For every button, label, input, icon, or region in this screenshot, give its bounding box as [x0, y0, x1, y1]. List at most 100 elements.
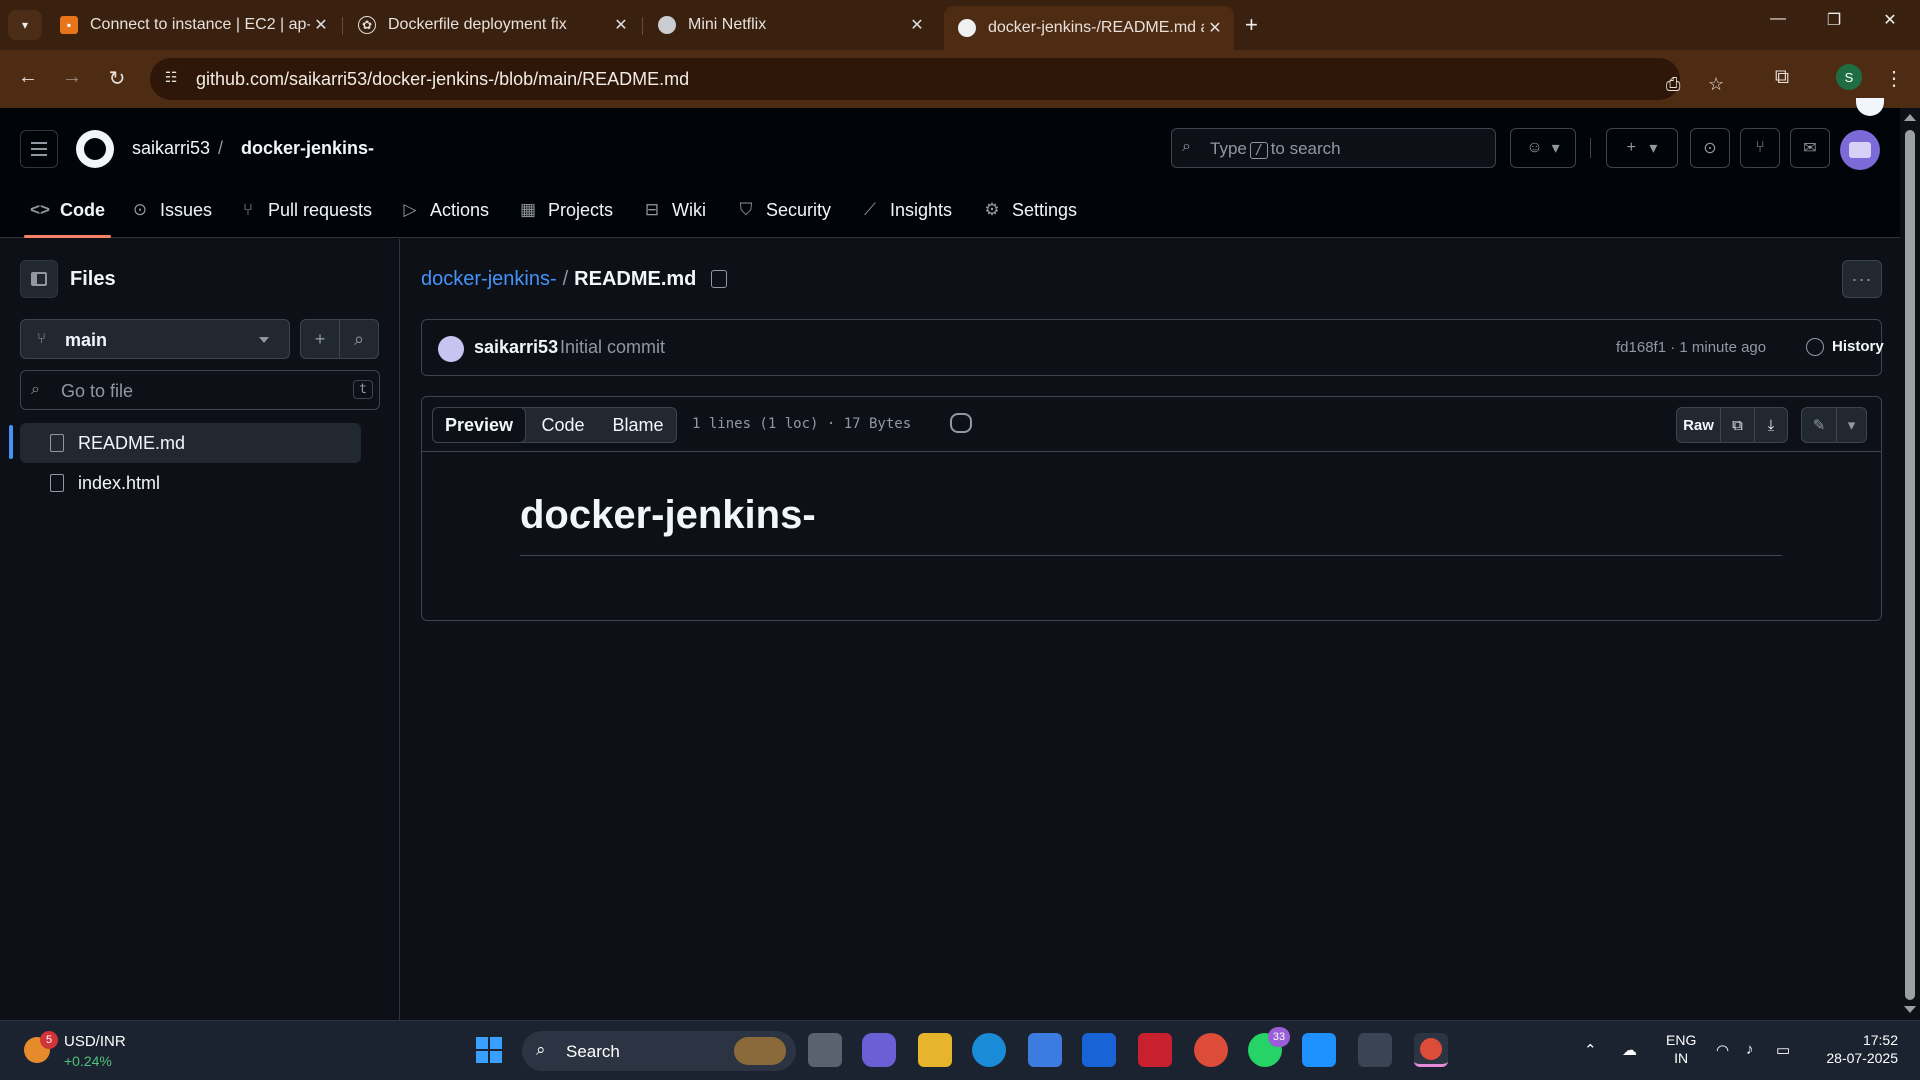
- close-tab-icon[interactable]: ✕: [610, 15, 632, 35]
- browser-tab-github-active[interactable]: docker-jenkins-/README.md at ✕: [944, 6, 1234, 50]
- volume-icon[interactable]: ♪: [1746, 1041, 1754, 1058]
- wifi-icon[interactable]: ◠: [1716, 1041, 1729, 1059]
- issues-header-button[interactable]: ⊙: [1690, 128, 1730, 168]
- new-tab-plus-icon[interactable]: +: [1245, 12, 1258, 38]
- tab-issues[interactable]: ⊙ Issues: [130, 182, 212, 238]
- search-files-button[interactable]: ⌕: [339, 319, 379, 359]
- scroll-down-arrow-icon[interactable]: [1904, 1006, 1916, 1013]
- tab-actions[interactable]: ▷ Actions: [400, 182, 489, 238]
- copy-path-icon[interactable]: [711, 270, 727, 288]
- close-tab-icon[interactable]: ✕: [1204, 18, 1226, 38]
- scroll-thumb[interactable]: [1905, 130, 1915, 1000]
- close-tab-icon[interactable]: ✕: [906, 15, 928, 35]
- global-search-input[interactable]: ⌕ Type / to search: [1171, 128, 1496, 168]
- go-to-file-input[interactable]: ⌕ Go to file t: [20, 370, 380, 410]
- tab-insights[interactable]: ⟋ Insights: [860, 182, 952, 238]
- show-hidden-icons[interactable]: ⌃: [1584, 1041, 1597, 1059]
- commit-meta[interactable]: fd168f1 · 1 minute ago: [1616, 339, 1766, 356]
- butterfly-app-icon[interactable]: [1302, 1033, 1336, 1067]
- copy-raw-icon[interactable]: ⧉: [1721, 408, 1755, 442]
- pull-requests-header-button[interactable]: ⑂: [1740, 128, 1780, 168]
- taskbar-search[interactable]: ⌕ Search: [522, 1031, 796, 1071]
- back-icon[interactable]: ←: [14, 66, 42, 89]
- close-window-icon[interactable]: ✕: [1870, 10, 1910, 30]
- path-repo-link[interactable]: docker-jenkins-: [421, 268, 557, 290]
- minimize-icon[interactable]: —: [1758, 10, 1798, 28]
- history-button[interactable]: History: [1832, 338, 1884, 355]
- tab-separator: [642, 17, 643, 35]
- address-bar[interactable]: ☷ github.com/saikarri53/docker-jenkins-/…: [150, 58, 1724, 100]
- copilot-app-icon[interactable]: [862, 1033, 896, 1067]
- url-text[interactable]: github.com/saikarri53/docker-jenkins-/bl…: [196, 69, 689, 90]
- copilot-icon[interactable]: [950, 413, 972, 433]
- chrome-icon[interactable]: [1194, 1033, 1228, 1067]
- bookmark-star-icon[interactable]: ☆: [1708, 74, 1724, 95]
- tab-pull-requests[interactable]: ⑂ Pull requests: [238, 182, 372, 238]
- tab-security[interactable]: ⛉ Security: [736, 182, 831, 238]
- microsoft-store-icon[interactable]: [1028, 1033, 1062, 1067]
- breadcrumb-owner[interactable]: saikarri53: [132, 138, 210, 159]
- shield-icon: ⛉: [739, 200, 753, 219]
- system-clock[interactable]: 17:52 28-07-2025: [1818, 1031, 1898, 1067]
- download-icon[interactable]: ⤓: [1755, 408, 1787, 442]
- windows-start-icon[interactable]: [472, 1033, 506, 1067]
- forward-icon[interactable]: →: [58, 66, 86, 89]
- inbox-button[interactable]: ✉: [1790, 128, 1830, 168]
- tab-projects[interactable]: ▦ Projects: [518, 182, 613, 238]
- browser-profile-avatar[interactable]: S: [1836, 64, 1862, 90]
- browser-tab-dockerfile[interactable]: ✿ Dockerfile deployment fix ✕: [344, 8, 640, 42]
- edit-pencil-icon[interactable]: ✎: [1802, 408, 1836, 442]
- tab-code[interactable]: <> Code: [24, 182, 111, 238]
- add-file-button[interactable]: +: [300, 319, 340, 359]
- chevron-down-icon[interactable]: ▾: [1836, 408, 1866, 442]
- restore-icon[interactable]: ❐: [1814, 10, 1854, 30]
- tab-search-dropdown[interactable]: ▾: [8, 10, 42, 40]
- azure-icon[interactable]: [1082, 1033, 1116, 1067]
- install-app-icon[interactable]: ⎙: [1666, 74, 1680, 95]
- search-icon: ⌕: [536, 1040, 546, 1059]
- snipping-tool-icon[interactable]: [1358, 1033, 1392, 1067]
- github-logo-icon[interactable]: [76, 130, 114, 168]
- whatsapp-icon[interactable]: 33: [1248, 1027, 1290, 1067]
- scroll-up-arrow-icon[interactable]: [1904, 114, 1916, 121]
- page-scrollbar[interactable]: [1900, 108, 1920, 1020]
- raw-button[interactable]: Raw: [1677, 408, 1721, 442]
- latest-commit-box: saikarri53 Initial commit fd168f1 · 1 mi…: [421, 319, 1884, 376]
- commit-author-avatar[interactable]: [438, 336, 464, 362]
- copilot-button[interactable]: ☺ ▾: [1510, 128, 1576, 168]
- commit-message[interactable]: Initial commit: [560, 337, 665, 358]
- commit-author[interactable]: saikarri53: [474, 337, 558, 358]
- hamburger-menu-icon[interactable]: [20, 130, 58, 168]
- tab-wiki[interactable]: ⊟ Wiki: [642, 182, 706, 238]
- chrome-profile-icon[interactable]: [1414, 1033, 1448, 1067]
- edge-icon[interactable]: [972, 1033, 1006, 1067]
- user-avatar[interactable]: [1840, 130, 1880, 170]
- task-view-icon[interactable]: [808, 1033, 842, 1067]
- code-icon: <>: [30, 200, 50, 219]
- file-tree-item-index[interactable]: index.html: [20, 463, 361, 503]
- code-tab[interactable]: Code: [526, 408, 600, 442]
- file-explorer-icon[interactable]: [918, 1033, 952, 1067]
- browser-menu-icon[interactable]: ⋮: [1880, 66, 1908, 91]
- tab-separator: [342, 17, 343, 35]
- tab-settings[interactable]: ⚙ Settings: [982, 182, 1077, 238]
- blame-tab[interactable]: Blame: [600, 408, 676, 442]
- collapse-sidebar-icon[interactable]: [20, 260, 58, 298]
- onedrive-icon[interactable]: ☁: [1622, 1041, 1637, 1059]
- file-tree-item-readme[interactable]: README.md: [20, 423, 361, 463]
- reload-icon[interactable]: ↻: [103, 66, 131, 91]
- breadcrumb-repo[interactable]: docker-jenkins-: [241, 138, 374, 159]
- language-indicator[interactable]: ENG IN: [1666, 1031, 1696, 1067]
- close-tab-icon[interactable]: ✕: [310, 15, 332, 35]
- extensions-icon[interactable]: ⧉: [1768, 66, 1796, 89]
- create-new-button[interactable]: + ▾: [1606, 128, 1678, 168]
- site-info-icon[interactable]: ☷: [160, 69, 182, 89]
- more-options-button[interactable]: ···: [1842, 260, 1882, 298]
- file-tree-sidebar: Files ⑂ main + ⌕ ⌕ Go to file t README.m…: [0, 239, 400, 1020]
- browser-tab-ec2[interactable]: ▪ Connect to instance | EC2 | ap-s ✕: [46, 8, 340, 42]
- battery-icon[interactable]: ▭: [1776, 1041, 1790, 1059]
- preview-tab[interactable]: Preview: [432, 407, 526, 443]
- browser-tab-mini-netflix[interactable]: Mini Netflix ✕: [644, 8, 936, 42]
- mcafee-icon[interactable]: [1138, 1033, 1172, 1067]
- branch-selector[interactable]: ⑂ main: [20, 319, 290, 359]
